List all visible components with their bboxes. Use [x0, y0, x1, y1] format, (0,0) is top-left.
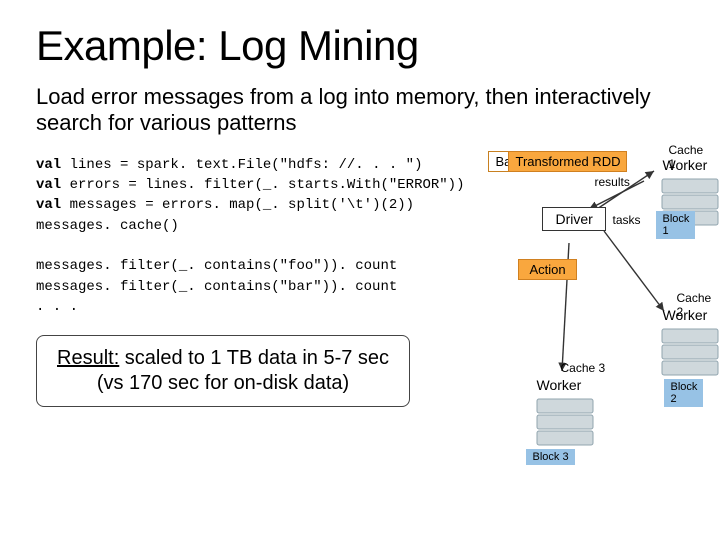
cache3-label: Cache 3	[560, 361, 605, 375]
keyword-val: val	[36, 177, 61, 193]
code-line: errors = lines. filter(_. starts.With("E…	[61, 177, 464, 193]
code-line: messages. filter(_. contains("foo")). co…	[36, 258, 397, 274]
code-block: val lines = spark. text.File("hdfs: //. …	[36, 155, 464, 317]
code-line: messages. filter(_. contains("bar")). co…	[36, 279, 397, 295]
result-line1: scaled to 1 TB data in 5-7 sec	[119, 347, 389, 369]
transformed-rdd-callout: Transformed RDD	[508, 151, 627, 172]
code-line: messages = errors. map(_. split('\t')(2)…	[61, 197, 414, 213]
keyword-val: val	[36, 197, 61, 213]
slide-title: Example: Log Mining	[36, 22, 690, 70]
driver-box: Driver	[542, 207, 605, 231]
keyword-val: val	[36, 157, 61, 173]
action-callout: Action	[518, 259, 576, 280]
code-line: . . .	[36, 299, 78, 315]
diagram: Ba Transformed RDD results tasks Driver …	[464, 151, 690, 471]
worker2-label: Worker	[662, 307, 707, 323]
block3-label: Block 3	[526, 449, 574, 465]
code-column: val lines = spark. text.File("hdfs: //. …	[36, 151, 464, 471]
slide-subtitle: Load error messages from a log into memo…	[36, 84, 690, 137]
worker1-label: Worker	[662, 157, 707, 173]
block1-label: Block 1	[656, 211, 695, 239]
results-label: results	[594, 175, 629, 189]
tasks-label: tasks	[612, 213, 640, 227]
result-line2: (vs 170 sec for on-disk data)	[97, 372, 349, 394]
worker3-label: Worker	[536, 377, 581, 393]
block2-label: Block 2	[664, 379, 703, 407]
code-line: messages. cache()	[36, 218, 179, 234]
server-icon	[659, 323, 720, 379]
content-row: val lines = spark. text.File("hdfs: //. …	[36, 151, 690, 471]
server-icon	[534, 393, 596, 449]
result-callout: Result: scaled to 1 TB data in 5-7 sec (…	[36, 335, 410, 407]
result-label: Result:	[57, 347, 119, 369]
code-line: lines = spark. text.File("hdfs: //. . . …	[61, 157, 422, 173]
